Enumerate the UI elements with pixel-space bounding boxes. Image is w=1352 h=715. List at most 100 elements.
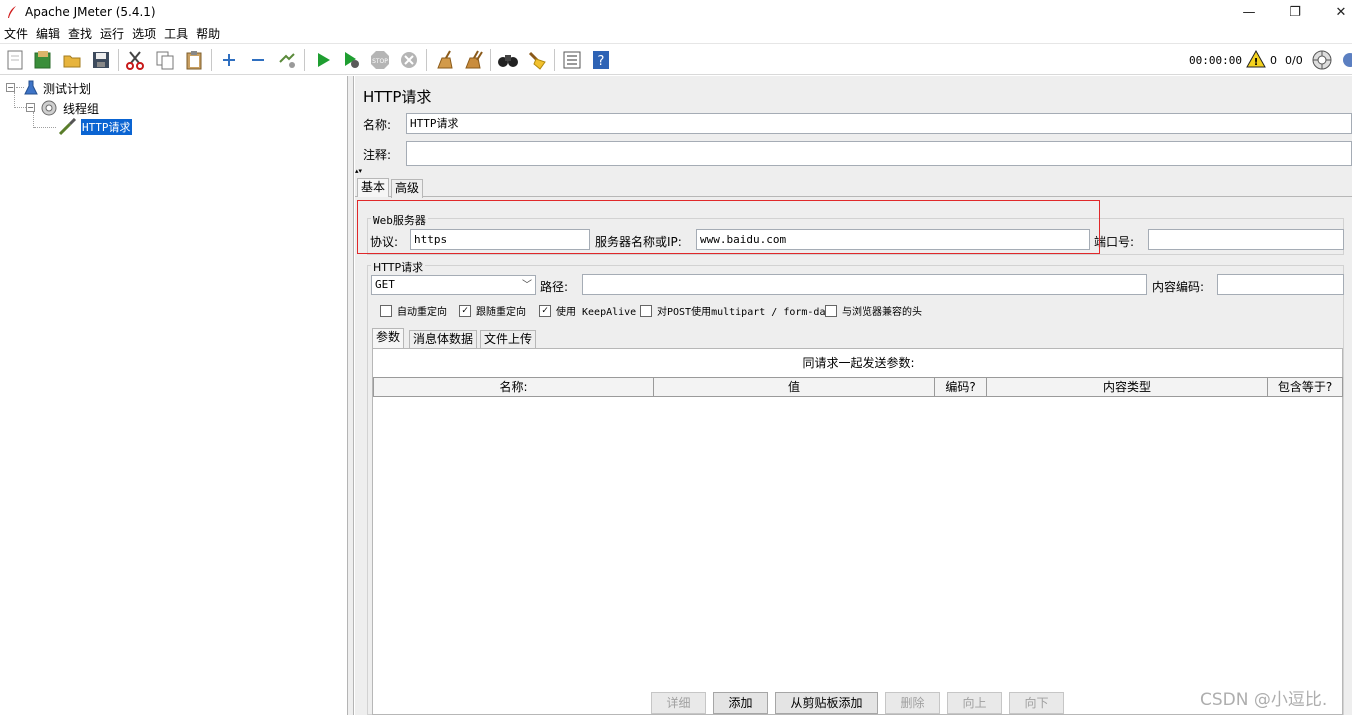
tree-label-test-plan: 测试计划	[43, 81, 92, 96]
delete-button[interactable]: 删除	[885, 692, 940, 714]
move-up-button[interactable]: 向上	[947, 692, 1002, 714]
sampler-pipette-icon	[58, 118, 78, 136]
function-helper-icon[interactable]	[561, 49, 583, 71]
paste-icon[interactable]	[183, 49, 205, 71]
search-binoculars-icon[interactable]	[497, 49, 519, 71]
toggle-icon[interactable]	[276, 49, 298, 71]
detail-button[interactable]: 详细	[651, 692, 706, 714]
copy-icon[interactable]	[154, 49, 176, 71]
log-viewer-icon[interactable]	[1338, 49, 1352, 71]
parameters-caption: 同请求一起发送参数:	[802, 356, 915, 370]
start-no-pauses-icon[interactable]	[340, 49, 362, 71]
parameters-table[interactable]: 同请求一起发送参数: 名称: 值 编码? 内容类型 包含等于?	[372, 348, 1343, 715]
subtab-file-upload[interactable]: 文件上传	[480, 330, 537, 349]
restore-button[interactable]: ❐	[1272, 0, 1318, 24]
csdn-watermark: CSDN @小逗比.	[1200, 690, 1328, 710]
column-header-value[interactable]: 值	[654, 377, 935, 397]
tree-node-test-plan[interactable]: 测试计划	[24, 79, 92, 97]
subtab-body-data[interactable]: 消息体数据	[409, 330, 478, 349]
column-header-name[interactable]: 名称:	[373, 377, 654, 397]
content-encoding-label: 内容编码:	[1152, 280, 1205, 294]
svg-text:?: ?	[598, 54, 605, 69]
checkbox-auto-redirect-box[interactable]	[380, 304, 392, 317]
checkmark-icon[interactable]: ✓	[459, 304, 471, 317]
chevron-down-icon: ﹀	[522, 280, 532, 291]
start-icon[interactable]	[312, 49, 334, 71]
help-icon[interactable]: ?	[590, 49, 612, 71]
panel-title: HTTP请求	[363, 88, 432, 106]
thread-count: 0/0	[1285, 54, 1303, 67]
minimize-button[interactable]: —	[1226, 0, 1272, 24]
shutdown-icon[interactable]	[398, 49, 420, 71]
checkbox-keepalive[interactable]: ✓ 使用 KeepAlive	[539, 303, 636, 318]
content-encoding-field[interactable]	[1217, 274, 1344, 295]
split-arrows-icon[interactable]: ▴▾	[355, 168, 362, 175]
name-field[interactable]: HTTP请求	[406, 113, 1352, 134]
tree-node-http-request[interactable]: HTTP请求	[58, 118, 132, 136]
svg-text:!: !	[1254, 57, 1259, 68]
path-label: 路径:	[540, 280, 569, 294]
port-label: 端口号:	[1094, 235, 1135, 249]
checkmark-icon[interactable]: ✓	[539, 304, 551, 317]
toolbar: STOP ? 00:00:00 ! 0 0/0	[0, 43, 1352, 75]
move-down-button[interactable]: 向下	[1009, 692, 1064, 714]
column-header-content-type[interactable]: 内容类型	[987, 377, 1268, 397]
checkbox-follow-redirect[interactable]: ✓ 跟随重定向	[459, 303, 526, 318]
column-header-include-equals[interactable]: 包含等于?	[1268, 377, 1343, 397]
reset-search-icon[interactable]	[526, 49, 548, 71]
tree-label-http-request: HTTP请求	[81, 119, 132, 135]
checkbox-multipart[interactable]: 对POST使用multipart / form-data	[640, 303, 838, 318]
menu-bar: 文件 编辑 查找 运行 选项 工具 帮助	[0, 24, 1352, 42]
remote-status-icon[interactable]	[1311, 49, 1333, 71]
svg-text:STOP: STOP	[372, 58, 388, 65]
menu-edit[interactable]: 编辑	[36, 25, 60, 42]
checkbox-multipart-box[interactable]	[640, 304, 652, 317]
tab-basic[interactable]: 基本	[357, 178, 390, 197]
save-icon[interactable]	[90, 49, 112, 71]
collapse-icon[interactable]	[247, 49, 269, 71]
pane-splitter[interactable]	[348, 76, 354, 715]
sampler-editor: HTTP请求 名称: HTTP请求 注释: ▴▾ 基本 高级 Web服务器 协议…	[355, 76, 1352, 715]
tab-advanced[interactable]: 高级	[391, 179, 424, 198]
open-icon[interactable]	[61, 49, 83, 71]
menu-search[interactable]: 查找	[68, 25, 92, 42]
http-request-title: HTTP请求	[371, 259, 426, 275]
menu-help[interactable]: 帮助	[196, 25, 220, 42]
elapsed-timer: 00:00:00	[1189, 54, 1242, 67]
close-button[interactable]: ✕	[1318, 0, 1352, 24]
warning-icon[interactable]: !	[1246, 49, 1266, 71]
path-field[interactable]	[582, 274, 1147, 295]
stop-icon[interactable]: STOP	[369, 49, 391, 71]
add-button[interactable]: 添加	[713, 692, 768, 714]
column-header-encode[interactable]: 编码?	[935, 377, 987, 397]
error-count: 0	[1270, 54, 1277, 67]
menu-run[interactable]: 运行	[100, 25, 124, 42]
clear-icon[interactable]	[433, 49, 455, 71]
menu-options[interactable]: 选项	[132, 25, 156, 42]
cut-icon[interactable]	[124, 49, 146, 71]
method-value: GET	[375, 278, 395, 291]
tree-collapse-root[interactable]: −	[6, 83, 15, 92]
highlight-annotation-box	[357, 200, 1100, 254]
tree-label-thread-group: 线程组	[63, 101, 100, 116]
subtab-parameters[interactable]: 参数	[372, 328, 405, 349]
templates-icon[interactable]	[32, 49, 54, 71]
checkbox-auto-redirect[interactable]: 自动重定向	[380, 303, 447, 318]
clear-all-icon[interactable]	[462, 49, 484, 71]
new-icon[interactable]	[4, 49, 26, 71]
window-title: Apache JMeter (5.4.1)	[25, 5, 156, 19]
menu-file[interactable]: 文件	[4, 25, 28, 42]
comment-field[interactable]	[406, 141, 1352, 166]
thread-group-gear-icon	[40, 99, 58, 117]
menu-tools[interactable]: 工具	[164, 25, 188, 42]
tree-node-thread-group[interactable]: 线程组	[40, 99, 100, 117]
name-label: 名称:	[363, 118, 392, 132]
port-field[interactable]	[1148, 229, 1344, 250]
checkbox-browser-headers-box[interactable]	[825, 304, 837, 317]
comment-label: 注释:	[363, 148, 392, 162]
tree-collapse-group[interactable]: −	[26, 103, 35, 112]
method-select[interactable]: GET ﹀	[371, 275, 536, 295]
add-from-clipboard-button[interactable]: 从剪贴板添加	[775, 692, 878, 714]
expand-icon[interactable]	[218, 49, 240, 71]
checkbox-browser-headers[interactable]: 与浏览器兼容的头	[825, 303, 922, 318]
